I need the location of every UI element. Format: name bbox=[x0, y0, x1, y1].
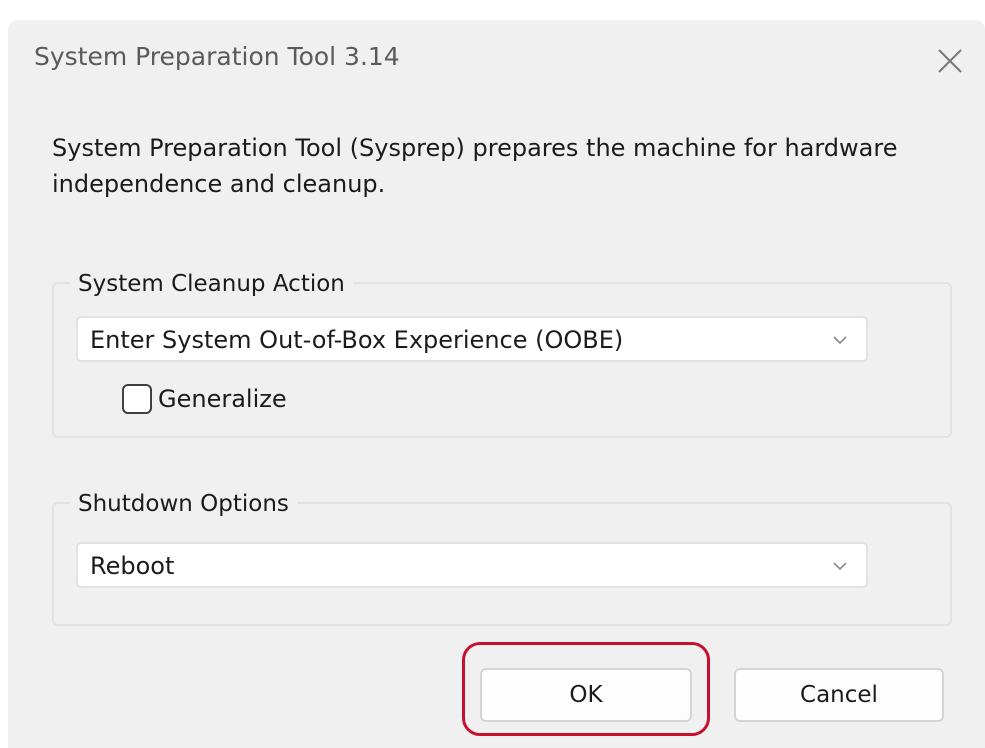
title-bar: System Preparation Tool 3.14 bbox=[8, 20, 985, 110]
generalize-checkbox[interactable] bbox=[122, 384, 152, 414]
description-text: System Preparation Tool (Sysprep) prepar… bbox=[52, 134, 898, 198]
shutdown-option-dropdown[interactable]: Reboot bbox=[76, 542, 868, 588]
ok-button[interactable]: OK bbox=[480, 668, 692, 722]
shutdown-options-group: Shutdown Options Reboot bbox=[52, 487, 952, 626]
chevron-down-icon bbox=[833, 336, 847, 345]
close-button[interactable] bbox=[920, 34, 980, 88]
shutdown-option-value: Reboot bbox=[90, 552, 175, 580]
shutdown-options-legend: Shutdown Options bbox=[70, 487, 297, 521]
generalize-label[interactable]: Generalize bbox=[158, 385, 287, 413]
chevron-down-icon bbox=[833, 562, 847, 571]
cleanup-action-dropdown[interactable]: Enter System Out-of-Box Experience (OOBE… bbox=[76, 316, 868, 362]
generalize-checkbox-row[interactable]: Generalize bbox=[122, 384, 287, 414]
cleanup-action-value: Enter System Out-of-Box Experience (OOBE… bbox=[90, 326, 624, 354]
system-cleanup-group: System Cleanup Action Enter System Out-o… bbox=[52, 267, 952, 438]
cancel-button[interactable]: Cancel bbox=[734, 668, 944, 722]
window-title: System Preparation Tool 3.14 bbox=[34, 42, 400, 71]
sysprep-dialog: System Preparation Tool 3.14 System Prep… bbox=[8, 20, 985, 748]
close-icon bbox=[938, 49, 962, 73]
system-cleanup-legend: System Cleanup Action bbox=[70, 267, 353, 301]
